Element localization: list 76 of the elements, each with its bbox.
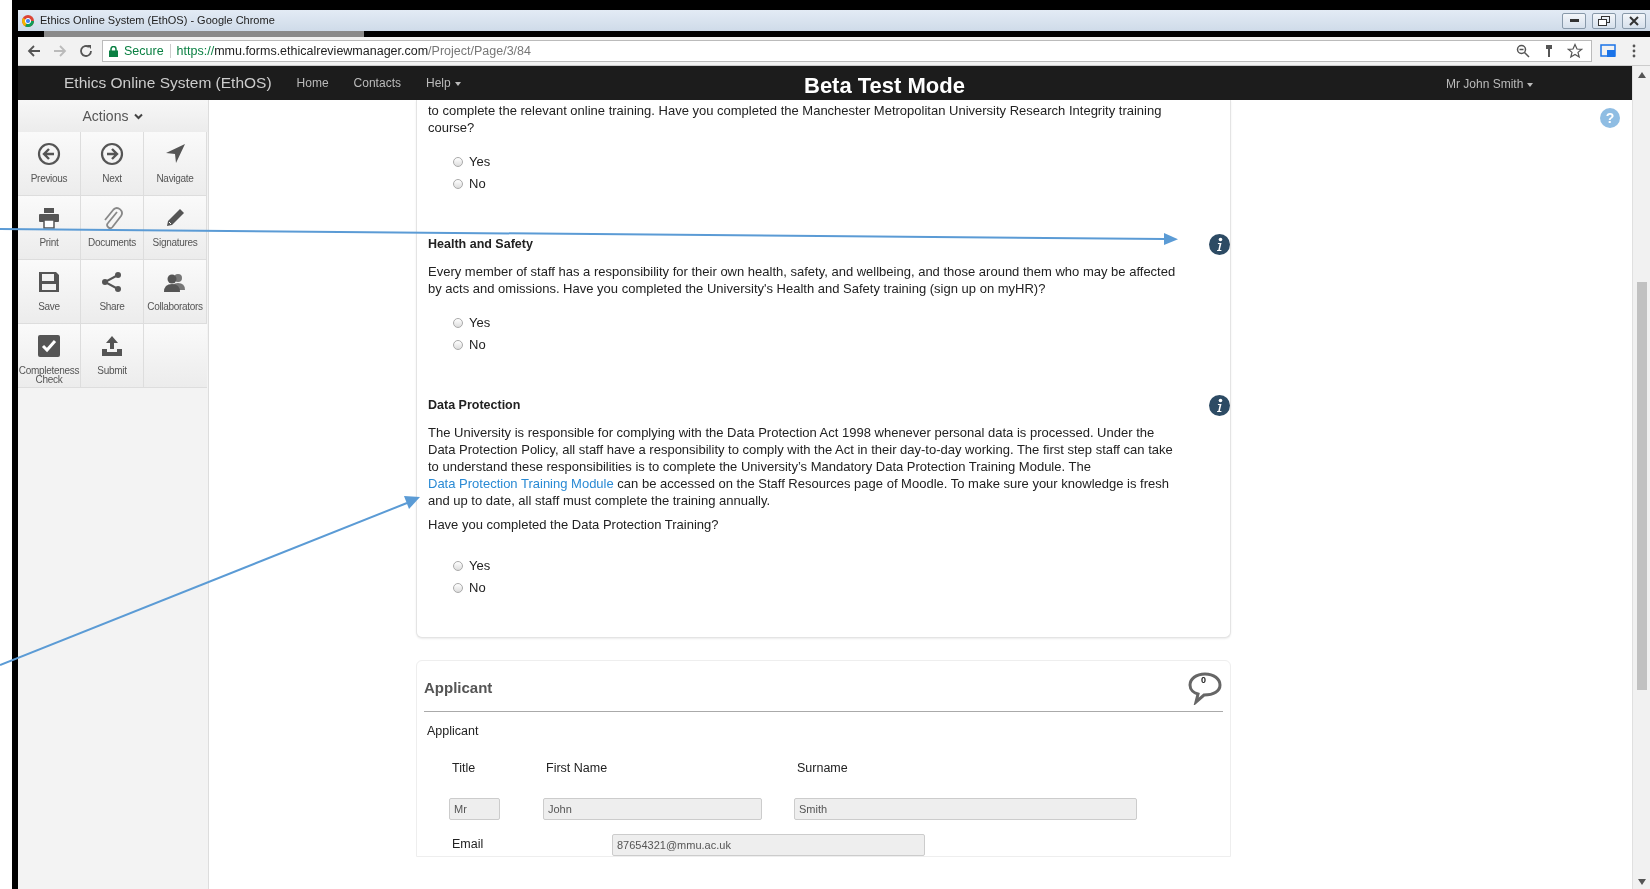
radio-button[interactable] <box>453 157 463 167</box>
text-field[interactable]: Smith <box>794 797 1137 820</box>
panel-title: Applicant <box>424 677 493 698</box>
window-title: Ethics Online System (EthOS) - Google Chrome <box>40 13 275 29</box>
forward-icon <box>52 43 68 59</box>
radio-button[interactable] <box>453 561 463 571</box>
brand-link[interactable]: Ethics Online System (EthOS) <box>64 71 272 95</box>
option-label: Yes <box>469 314 491 333</box>
minimize-icon <box>1569 19 1579 22</box>
upload-tray-icon <box>100 334 124 358</box>
actions-dropdown[interactable]: Actions <box>18 100 208 132</box>
close-icon <box>1629 15 1639 26</box>
scroll-up-arrow-icon[interactable] <box>1637 72 1646 78</box>
printer-icon <box>37 206 61 230</box>
field-label: First Name <box>545 759 609 777</box>
question-text: Have you completed the Data Protection Training? <box>428 516 720 533</box>
option-label: No <box>469 579 486 598</box>
chevron-down-icon <box>134 112 144 120</box>
subheading: Applicant <box>427 723 480 740</box>
mode-title: Beta Test Mode <box>804 72 965 100</box>
question-text: Every member of staff has a responsibility for their own health, safety, and wellbeing, and those around them who may be affected by acts and omissions. Have you completed the University's Health and Safety training (sign up on myHR)? <box>428 263 1177 297</box>
extension-icon <box>1600 43 1616 59</box>
restore-button[interactable] <box>1592 12 1616 29</box>
close-button[interactable] <box>1622 12 1646 29</box>
action-button[interactable]: Documents <box>81 196 144 260</box>
option-label: Yes <box>469 153 491 172</box>
option-label: Yes <box>469 557 491 576</box>
bookmark-star-button[interactable] <box>1565 41 1585 61</box>
browser-logo-icon <box>22 14 34 27</box>
radio-button[interactable] <box>453 583 463 593</box>
field-label: Email <box>452 836 485 854</box>
action-button[interactable]: Next <box>81 132 144 196</box>
paragraph: The University is responsible for complying with the Data Protection Act 1998 whenever personal data is processed. Under the Data Protection Policy, all staff have a responsibility to comply with the Act in their day-to-day working. The first step staff can take to understand these responsibilities is to complete the University’s Mandatory Data Protection Training Module. The Data Protection Training Module can be accessed on the Staff Resources page of Moodle. To make sure your knowledge is fresh and up to date, all staff must complete the training annually. <box>428 424 1174 509</box>
text-field[interactable]: Mr <box>449 797 500 820</box>
action-button[interactable]: Completeness Check <box>18 324 81 388</box>
reload-icon <box>78 43 94 59</box>
restore-icon <box>1598 15 1610 26</box>
option-label: No <box>469 336 486 355</box>
url-field[interactable]: Secure https://mmu.forms.ethicalreviewmanager.com/Project/Page/3/84 <box>102 40 1592 62</box>
action-button[interactable]: Print <box>18 196 81 260</box>
option-label: No <box>469 175 486 194</box>
text-field[interactable]: John <box>543 797 762 820</box>
minimize-button[interactable] <box>1562 12 1586 29</box>
nav-link[interactable]: Contacts <box>353 74 401 92</box>
action-button[interactable]: Previous <box>18 132 81 196</box>
section-heading: Health and Safety <box>428 236 533 254</box>
radio-button[interactable] <box>453 179 463 189</box>
scrollbar-thumb[interactable] <box>1636 282 1647 690</box>
nav-link[interactable]: Help <box>425 74 461 92</box>
action-button[interactable]: Share <box>81 260 144 324</box>
comment-count: 0 <box>1201 674 1206 687</box>
action-button[interactable]: Save <box>18 260 81 324</box>
section-heading: Data Protection <box>428 397 521 415</box>
action-button[interactable]: Submit <box>81 324 144 388</box>
field-label: Surname <box>796 759 849 777</box>
url-text: https://mmu.forms.ethicalreviewmanager.com/Project/Page/3/84 <box>176 42 531 60</box>
action-button[interactable]: Collaborators <box>144 260 207 324</box>
lock-icon <box>109 45 118 57</box>
radio-button[interactable] <box>453 340 463 350</box>
speech-bubble-icon[interactable] <box>1187 671 1223 705</box>
back-icon <box>26 43 42 59</box>
scroll-down-arrow-icon[interactable] <box>1637 879 1646 885</box>
radio-button[interactable] <box>453 318 463 328</box>
action-button[interactable]: Navigate <box>144 132 207 196</box>
checkbox-check-icon <box>37 334 61 358</box>
field-label: Title <box>451 759 477 777</box>
zoom-icon <box>1515 43 1531 59</box>
question-text: to complete the relevant online training. Have you completed the Manchester Metropolitan University Research Integrity training course? <box>428 102 1163 136</box>
email-field[interactable]: 87654321@mmu.ac.uk <box>612 833 925 856</box>
secure-label: Secure <box>124 42 164 60</box>
user-menu[interactable]: Mr John Smith <box>1446 75 1534 93</box>
share-icon <box>100 270 124 294</box>
bookmark-star-icon <box>1567 43 1583 59</box>
training-module-link[interactable]: Data Protection Training Module <box>428 476 614 491</box>
action-button[interactable]: Signatures <box>144 196 207 260</box>
nav-link[interactable]: Home <box>296 74 329 92</box>
